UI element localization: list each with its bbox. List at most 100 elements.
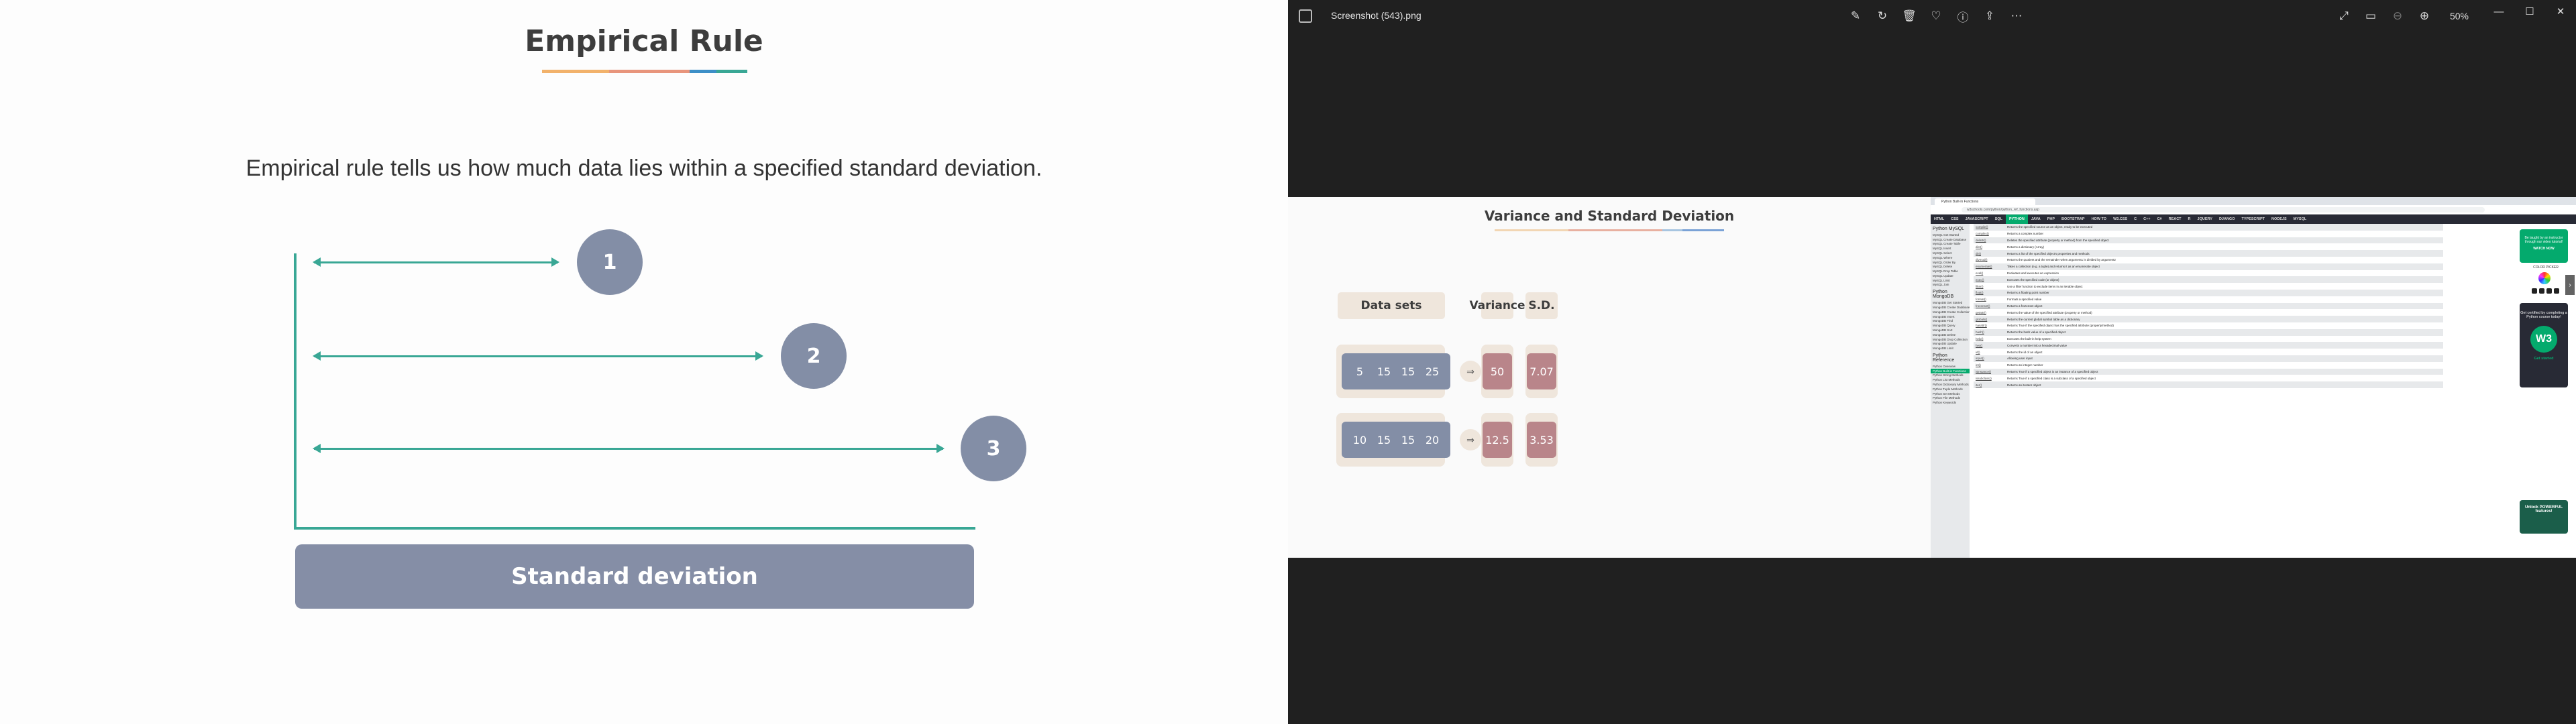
expand-icon[interactable]: ⤢ xyxy=(2334,7,2353,25)
sidebar-item[interactable]: Python String Methods xyxy=(1931,373,1970,378)
slideshow-icon[interactable]: ▭ xyxy=(2361,7,2380,25)
function-link[interactable]: hash() xyxy=(1974,330,2007,334)
function-link[interactable]: compile() xyxy=(1974,225,2007,229)
nav-item[interactable]: HTML xyxy=(1931,215,1947,224)
nav-item[interactable]: REACT xyxy=(2165,215,2185,224)
function-link[interactable]: getattr() xyxy=(1974,311,2007,314)
nav-item[interactable]: MYSQL xyxy=(2290,215,2310,224)
sidebar-item[interactable]: Python Tuple Methods xyxy=(1931,387,1970,391)
video-ad[interactable]: Be taught by an instructor through our v… xyxy=(2520,229,2568,263)
nav-item[interactable]: PYTHON xyxy=(2005,215,2028,224)
sidebar-item[interactable]: MySQL Create Database xyxy=(1931,237,1970,242)
get-started-button[interactable]: Get started xyxy=(2520,357,2568,361)
sidebar-item[interactable]: Python Keywords xyxy=(1931,400,1970,405)
function-link[interactable]: dir() xyxy=(1974,252,2007,255)
sidebar-item[interactable]: MongoDB Create Collection xyxy=(1931,310,1970,314)
function-link[interactable]: int() xyxy=(1974,363,2007,367)
sidebar-item[interactable]: MySQL Update xyxy=(1931,274,1970,278)
zoom-out-icon[interactable]: ⊖ xyxy=(2388,7,2407,25)
sidebar-item[interactable]: MySQL Join xyxy=(1931,283,1970,288)
sidebar-item[interactable]: MongoDB Sort xyxy=(1931,328,1970,333)
function-link[interactable]: format() xyxy=(1974,298,2007,301)
function-link[interactable]: hex() xyxy=(1974,344,2007,347)
maximize-icon[interactable]: ☐ xyxy=(2514,0,2545,23)
more-icon[interactable]: ⋯ xyxy=(2007,7,2026,25)
share-icon[interactable]: ⇪ xyxy=(1980,7,1999,25)
delete-icon[interactable]: 🗑 xyxy=(1900,7,1919,25)
facebook-icon[interactable] xyxy=(2532,288,2537,294)
instagram-icon[interactable] xyxy=(2539,288,2544,294)
sidebar-item[interactable]: MongoDB Limit xyxy=(1931,346,1970,351)
nav-item[interactable]: TYPESCRIPT xyxy=(2238,215,2268,224)
color-picker-icon[interactable] xyxy=(2538,272,2551,284)
browser-tab[interactable]: Python Built-in Functions xyxy=(1935,198,2035,205)
function-link[interactable]: hasattr() xyxy=(1974,324,2007,327)
sidebar-item[interactable]: Python Set Methods xyxy=(1931,391,1970,396)
function-link[interactable]: exec() xyxy=(1974,278,2007,282)
discord-icon[interactable] xyxy=(2554,288,2559,294)
powerful-features-ad[interactable]: Unlock POWERFUL features! xyxy=(2520,500,2568,534)
function-link[interactable]: divmod() xyxy=(1974,258,2007,261)
sidebar-item[interactable]: MongoDB Create Database xyxy=(1931,305,1970,310)
sidebar-item[interactable]: MongoDB Query xyxy=(1931,323,1970,328)
sidebar-item[interactable]: Python File Methods xyxy=(1931,396,1970,400)
linkedin-icon[interactable] xyxy=(2546,288,2552,294)
sidebar-item[interactable]: MySQL Delete xyxy=(1931,264,1970,269)
nav-item[interactable]: JAVASCRIPT xyxy=(1962,215,1992,224)
sidebar-item[interactable]: MongoDB Insert xyxy=(1931,314,1970,319)
nav-item[interactable]: R xyxy=(2185,215,2194,224)
sidebar-item[interactable]: MongoDB Get Started xyxy=(1931,300,1970,305)
function-link[interactable]: delattr() xyxy=(1974,239,2007,242)
sidebar-item[interactable]: MySQL Order By xyxy=(1931,260,1970,265)
function-link[interactable]: dict() xyxy=(1974,245,2007,249)
nav-item[interactable]: C# xyxy=(2154,215,2165,224)
nav-item[interactable]: PHP xyxy=(2044,215,2058,224)
zoom-in-icon[interactable]: ⊕ xyxy=(2415,7,2434,25)
function-link[interactable]: complex() xyxy=(1974,232,2007,235)
nav-item[interactable]: W3.CSS xyxy=(2110,215,2131,224)
function-link[interactable]: filter() xyxy=(1974,285,2007,288)
function-link[interactable]: eval() xyxy=(1974,272,2007,275)
sidebar-item[interactable]: MongoDB Delete xyxy=(1931,333,1970,337)
sidebar-item[interactable]: MySQL Where xyxy=(1931,255,1970,260)
nav-item[interactable]: JAVA xyxy=(2028,215,2044,224)
function-link[interactable]: globals() xyxy=(1974,318,2007,321)
nav-item[interactable]: C xyxy=(2131,215,2140,224)
function-link[interactable]: id() xyxy=(1974,351,2007,354)
info-icon[interactable]: ⓘ xyxy=(1953,7,1972,25)
favorite-icon[interactable]: ♡ xyxy=(1927,7,1945,25)
sidebar-item[interactable]: Python Dictionary Methods xyxy=(1931,382,1970,387)
function-link[interactable]: isinstance() xyxy=(1974,370,2007,373)
function-link[interactable]: issubclass() xyxy=(1974,377,2007,380)
sidebar-item[interactable]: Python List Methods xyxy=(1931,377,1970,382)
minimize-icon[interactable]: — xyxy=(2483,0,2514,23)
watch-now-button[interactable]: WATCH NOW xyxy=(2520,247,2568,251)
function-link[interactable]: iter() xyxy=(1974,383,2007,387)
sidebar-item[interactable]: MongoDB Update xyxy=(1931,341,1970,346)
certification-ad[interactable]: Get certified by completing a Python cou… xyxy=(2520,303,2568,387)
function-link[interactable]: input() xyxy=(1974,357,2007,360)
close-icon[interactable]: ✕ xyxy=(2545,0,2576,23)
nav-item[interactable]: NODEJS xyxy=(2268,215,2290,224)
nav-item[interactable]: C++ xyxy=(2140,215,2153,224)
sidebar-item[interactable]: MySQL Insert xyxy=(1931,246,1970,251)
nav-item[interactable]: SQL xyxy=(1992,215,2006,224)
sidebar-item[interactable]: MongoDB Drop Collection xyxy=(1931,337,1970,342)
function-link[interactable]: help() xyxy=(1974,337,2007,341)
next-image-icon[interactable]: › xyxy=(2565,275,2575,295)
sidebar-item[interactable]: MongoDB Find xyxy=(1931,319,1970,324)
url-field[interactable]: w3schools.com/python/python_ref_function… xyxy=(1962,207,2485,213)
function-link[interactable]: enumerate() xyxy=(1974,265,2007,268)
nav-item[interactable]: BOOTSTRAP xyxy=(2058,215,2088,224)
nav-item[interactable]: JQUERY xyxy=(2194,215,2216,224)
edit-icon[interactable]: ✎ xyxy=(1846,7,1865,25)
sidebar-item[interactable]: MySQL Select xyxy=(1931,251,1970,255)
nav-item[interactable]: CSS xyxy=(1947,215,1962,224)
sidebar-item[interactable]: MySQL Limit xyxy=(1931,278,1970,283)
nav-item[interactable]: DJANGO xyxy=(2216,215,2239,224)
sidebar-item[interactable]: MySQL Get Started xyxy=(1931,233,1970,237)
function-link[interactable]: frozenset() xyxy=(1974,304,2007,308)
sidebar-item[interactable]: MySQL Drop Table xyxy=(1931,269,1970,274)
sidebar-item[interactable]: Python Built-in Functions xyxy=(1931,368,1970,373)
sidebar-item[interactable]: MySQL Create Table xyxy=(1931,242,1970,247)
